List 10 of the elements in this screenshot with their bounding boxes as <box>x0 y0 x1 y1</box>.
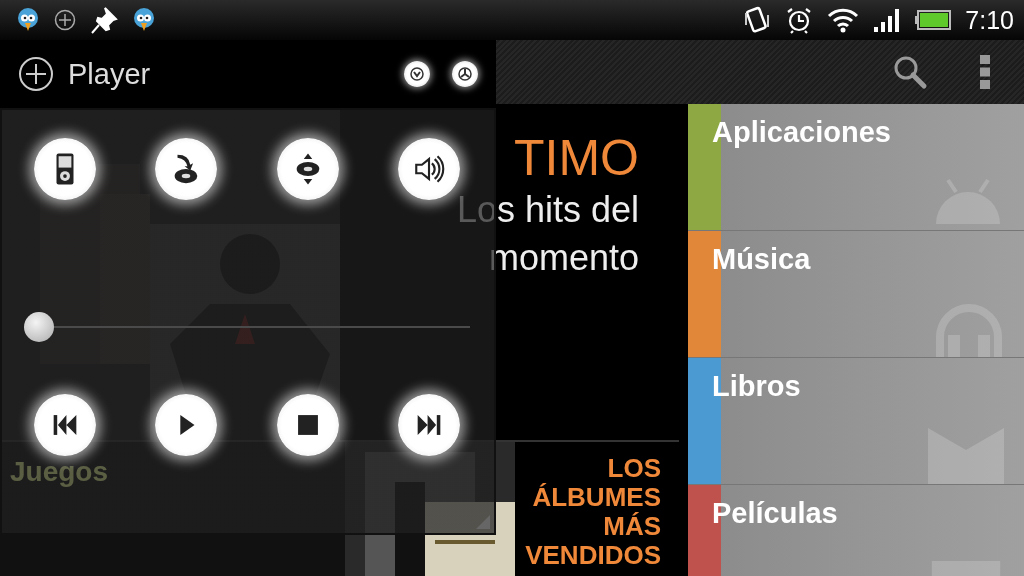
clock-time: 7:10 <box>965 5 1014 35</box>
albums-promo-text: VENDIDOS <box>525 541 661 570</box>
tile-label: Juegos <box>9 455 110 488</box>
albums-promo-text: LOS <box>607 454 661 483</box>
player-title: Player <box>68 57 152 91</box>
albums-promo-text: ÁLBUMES <box>532 483 661 512</box>
albums-promo-text: MÁS <box>603 512 661 541</box>
promo-headline[interactable]: TIMO <box>514 130 639 186</box>
promo-subtitle: Los hits del <box>456 188 639 232</box>
promo-subtitle: momento <box>488 236 639 280</box>
